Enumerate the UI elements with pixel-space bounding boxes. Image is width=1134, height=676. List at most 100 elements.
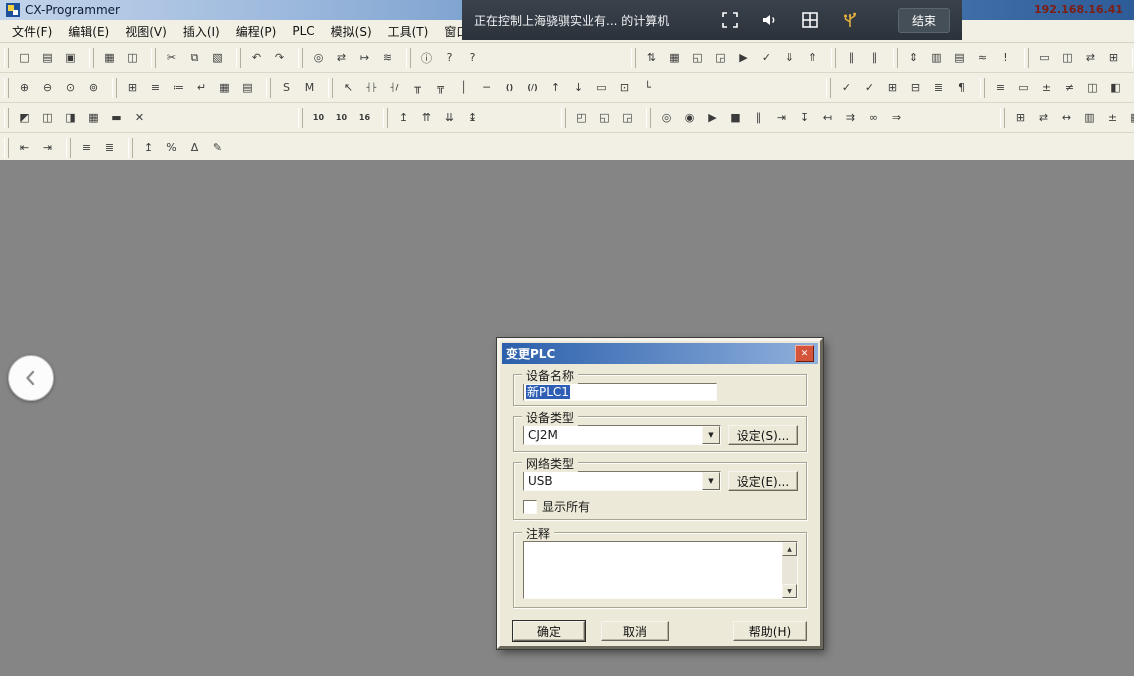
signed-decimal-monitor-button[interactable]: 10: [330, 106, 353, 130]
watch-window-button[interactable]: ▭: [1033, 46, 1056, 70]
change-value-button[interactable]: ↥: [392, 106, 415, 130]
grid-toggle-button[interactable]: ⊞: [121, 76, 144, 100]
network-type-select[interactable]: USB ▼: [523, 471, 721, 491]
cascade-windows-button[interactable]: ◩: [13, 106, 36, 130]
freeze-monitor-button[interactable]: ∥: [863, 46, 886, 70]
pause-monitor-button[interactable]: ∥: [840, 46, 863, 70]
redo-button[interactable]: ↷: [268, 46, 291, 70]
minimize-all-button[interactable]: ▬: [105, 106, 128, 130]
chevron-down-icon[interactable]: ▼: [702, 472, 720, 490]
instruction-box-button[interactable]: ▭: [590, 76, 613, 100]
device-name-input[interactable]: 新PLC1: [523, 383, 717, 401]
detail-view-button[interactable]: ≣: [98, 136, 121, 160]
usb-share-icon[interactable]: [840, 10, 860, 30]
network-type-settings-button[interactable]: 设定(E)...: [728, 471, 798, 491]
compare-with-plc-button[interactable]: ⇕: [902, 46, 925, 70]
io-table-button[interactable]: ▥: [925, 46, 948, 70]
connect-line-button[interactable]: └: [636, 76, 659, 100]
select-tool-button[interactable]: ↖: [337, 76, 360, 100]
chevron-down-icon[interactable]: ▼: [702, 426, 720, 444]
undo-button[interactable]: ↶: [245, 46, 268, 70]
split-window-button[interactable]: ◫: [1081, 76, 1104, 100]
zoom-100-button[interactable]: ⊚: [82, 76, 105, 100]
rung-numbers-button[interactable]: ≔: [167, 76, 190, 100]
simulator-connect-button[interactable]: ◎: [655, 106, 678, 130]
io-bit-monitor-button[interactable]: ±: [1101, 106, 1124, 130]
program-mode-button[interactable]: ◱: [686, 46, 709, 70]
help-topics-button[interactable]: ?: [438, 46, 461, 70]
percent-monitor-button[interactable]: %: [160, 136, 183, 160]
scroll-down-icon[interactable]: ▼: [782, 584, 797, 598]
menu-item-insert[interactable]: 插入(I): [175, 20, 228, 43]
windows-grid-icon[interactable]: [800, 10, 820, 30]
work-online-button[interactable]: ⇅: [640, 46, 663, 70]
close-all-button[interactable]: ✕: [128, 106, 151, 130]
sim-stop-button[interactable]: ■: [724, 106, 747, 130]
speaker-icon[interactable]: [760, 10, 780, 30]
open-project-button[interactable]: ▤: [36, 46, 59, 70]
force-on-button[interactable]: ⇈: [415, 106, 438, 130]
sim-run-button[interactable]: ▶: [701, 106, 724, 130]
show-all-checkbox[interactable]: [523, 500, 537, 514]
previous-reference-button[interactable]: ⇤: [13, 136, 36, 160]
program-check-button[interactable]: ✓: [835, 76, 858, 100]
comment-edit-button[interactable]: ¶: [950, 76, 973, 100]
memory-card-button[interactable]: ▥: [1078, 106, 1101, 130]
search-options-button[interactable]: ≋: [376, 46, 399, 70]
scrollbar[interactable]: ▲ ▼: [782, 542, 797, 598]
copy-button[interactable]: ⧉: [183, 46, 206, 70]
falling-edge-button[interactable]: ↓: [567, 76, 590, 100]
cut-button[interactable]: ✂: [160, 46, 183, 70]
word-monitor-button[interactable]: ▦: [1124, 106, 1134, 130]
menu-item-tools[interactable]: 工具(T): [380, 20, 437, 43]
diff-monitor-button[interactable]: ±: [1035, 76, 1058, 100]
paste-button[interactable]: ▧: [206, 46, 229, 70]
dialog-titlebar[interactable]: 变更PLC ✕: [502, 343, 818, 364]
toggle-bit-button[interactable]: ↥: [137, 136, 160, 160]
closed-coil-button[interactable]: (/): [521, 76, 544, 100]
data-trace-button[interactable]: ≈: [971, 46, 994, 70]
decimal-monitor-button[interactable]: 10: [307, 106, 330, 130]
insert-rung-button[interactable]: ⊞: [881, 76, 904, 100]
data-link-button[interactable]: ⇄: [1032, 106, 1055, 130]
print-button[interactable]: ▦: [98, 46, 121, 70]
error-log-button[interactable]: !: [994, 46, 1017, 70]
transfer-to-plc-button[interactable]: ⇓: [778, 46, 801, 70]
end-session-button[interactable]: 结束: [898, 8, 950, 33]
address-reference-button[interactable]: ⊞: [1102, 46, 1125, 70]
rising-edge-button[interactable]: ↑: [544, 76, 567, 100]
vertical-line-button[interactable]: │: [452, 76, 475, 100]
or-open-contact-button[interactable]: ╥: [406, 76, 429, 100]
rung-comments-button[interactable]: ≡: [144, 76, 167, 100]
open-coil-button[interactable]: (): [498, 76, 521, 100]
force-off-button[interactable]: ⇊: [438, 106, 461, 130]
ok-button[interactable]: 确定: [513, 621, 585, 641]
scrollbar-track[interactable]: [782, 556, 797, 584]
output-window-button[interactable]: ◫: [1056, 46, 1079, 70]
scan-run-button[interactable]: ∞: [862, 106, 885, 130]
list-view-button[interactable]: ≡: [75, 136, 98, 160]
print-preview-button[interactable]: ◫: [121, 46, 144, 70]
tile-vertical-button[interactable]: ◨: [59, 106, 82, 130]
back-button[interactable]: [8, 355, 54, 401]
routing-table-button[interactable]: ↔: [1055, 106, 1078, 130]
device-type-settings-button[interactable]: 设定(S)...: [728, 425, 798, 445]
step-out-button[interactable]: ↤: [816, 106, 839, 130]
run-mode-button[interactable]: ▶: [732, 46, 755, 70]
comment-textarea[interactable]: ▲ ▼: [523, 541, 798, 599]
monitor-mode-button[interactable]: ▦: [663, 46, 686, 70]
toggle-views-button[interactable]: ◧: [1104, 76, 1127, 100]
closed-contact-button[interactable]: ┤/: [383, 76, 406, 100]
scroll-up-icon[interactable]: ▲: [782, 542, 797, 556]
zoom-fit-button[interactable]: ⊙: [59, 76, 82, 100]
menu-item-program[interactable]: 编程(P): [228, 20, 285, 43]
about-button[interactable]: ⓘ: [415, 46, 438, 70]
watch-window-3-button[interactable]: ◰: [570, 106, 593, 130]
continuous-run-button[interactable]: ⇉: [839, 106, 862, 130]
watch-sheet-button[interactable]: ▭: [1012, 76, 1035, 100]
step-run-button[interactable]: ⇥: [770, 106, 793, 130]
mnemonic-view-button[interactable]: M: [298, 76, 321, 100]
zoom-in-button[interactable]: ⊕: [13, 76, 36, 100]
network-config-button[interactable]: ⊞: [1009, 106, 1032, 130]
or-closed-contact-button[interactable]: ╦: [429, 76, 452, 100]
